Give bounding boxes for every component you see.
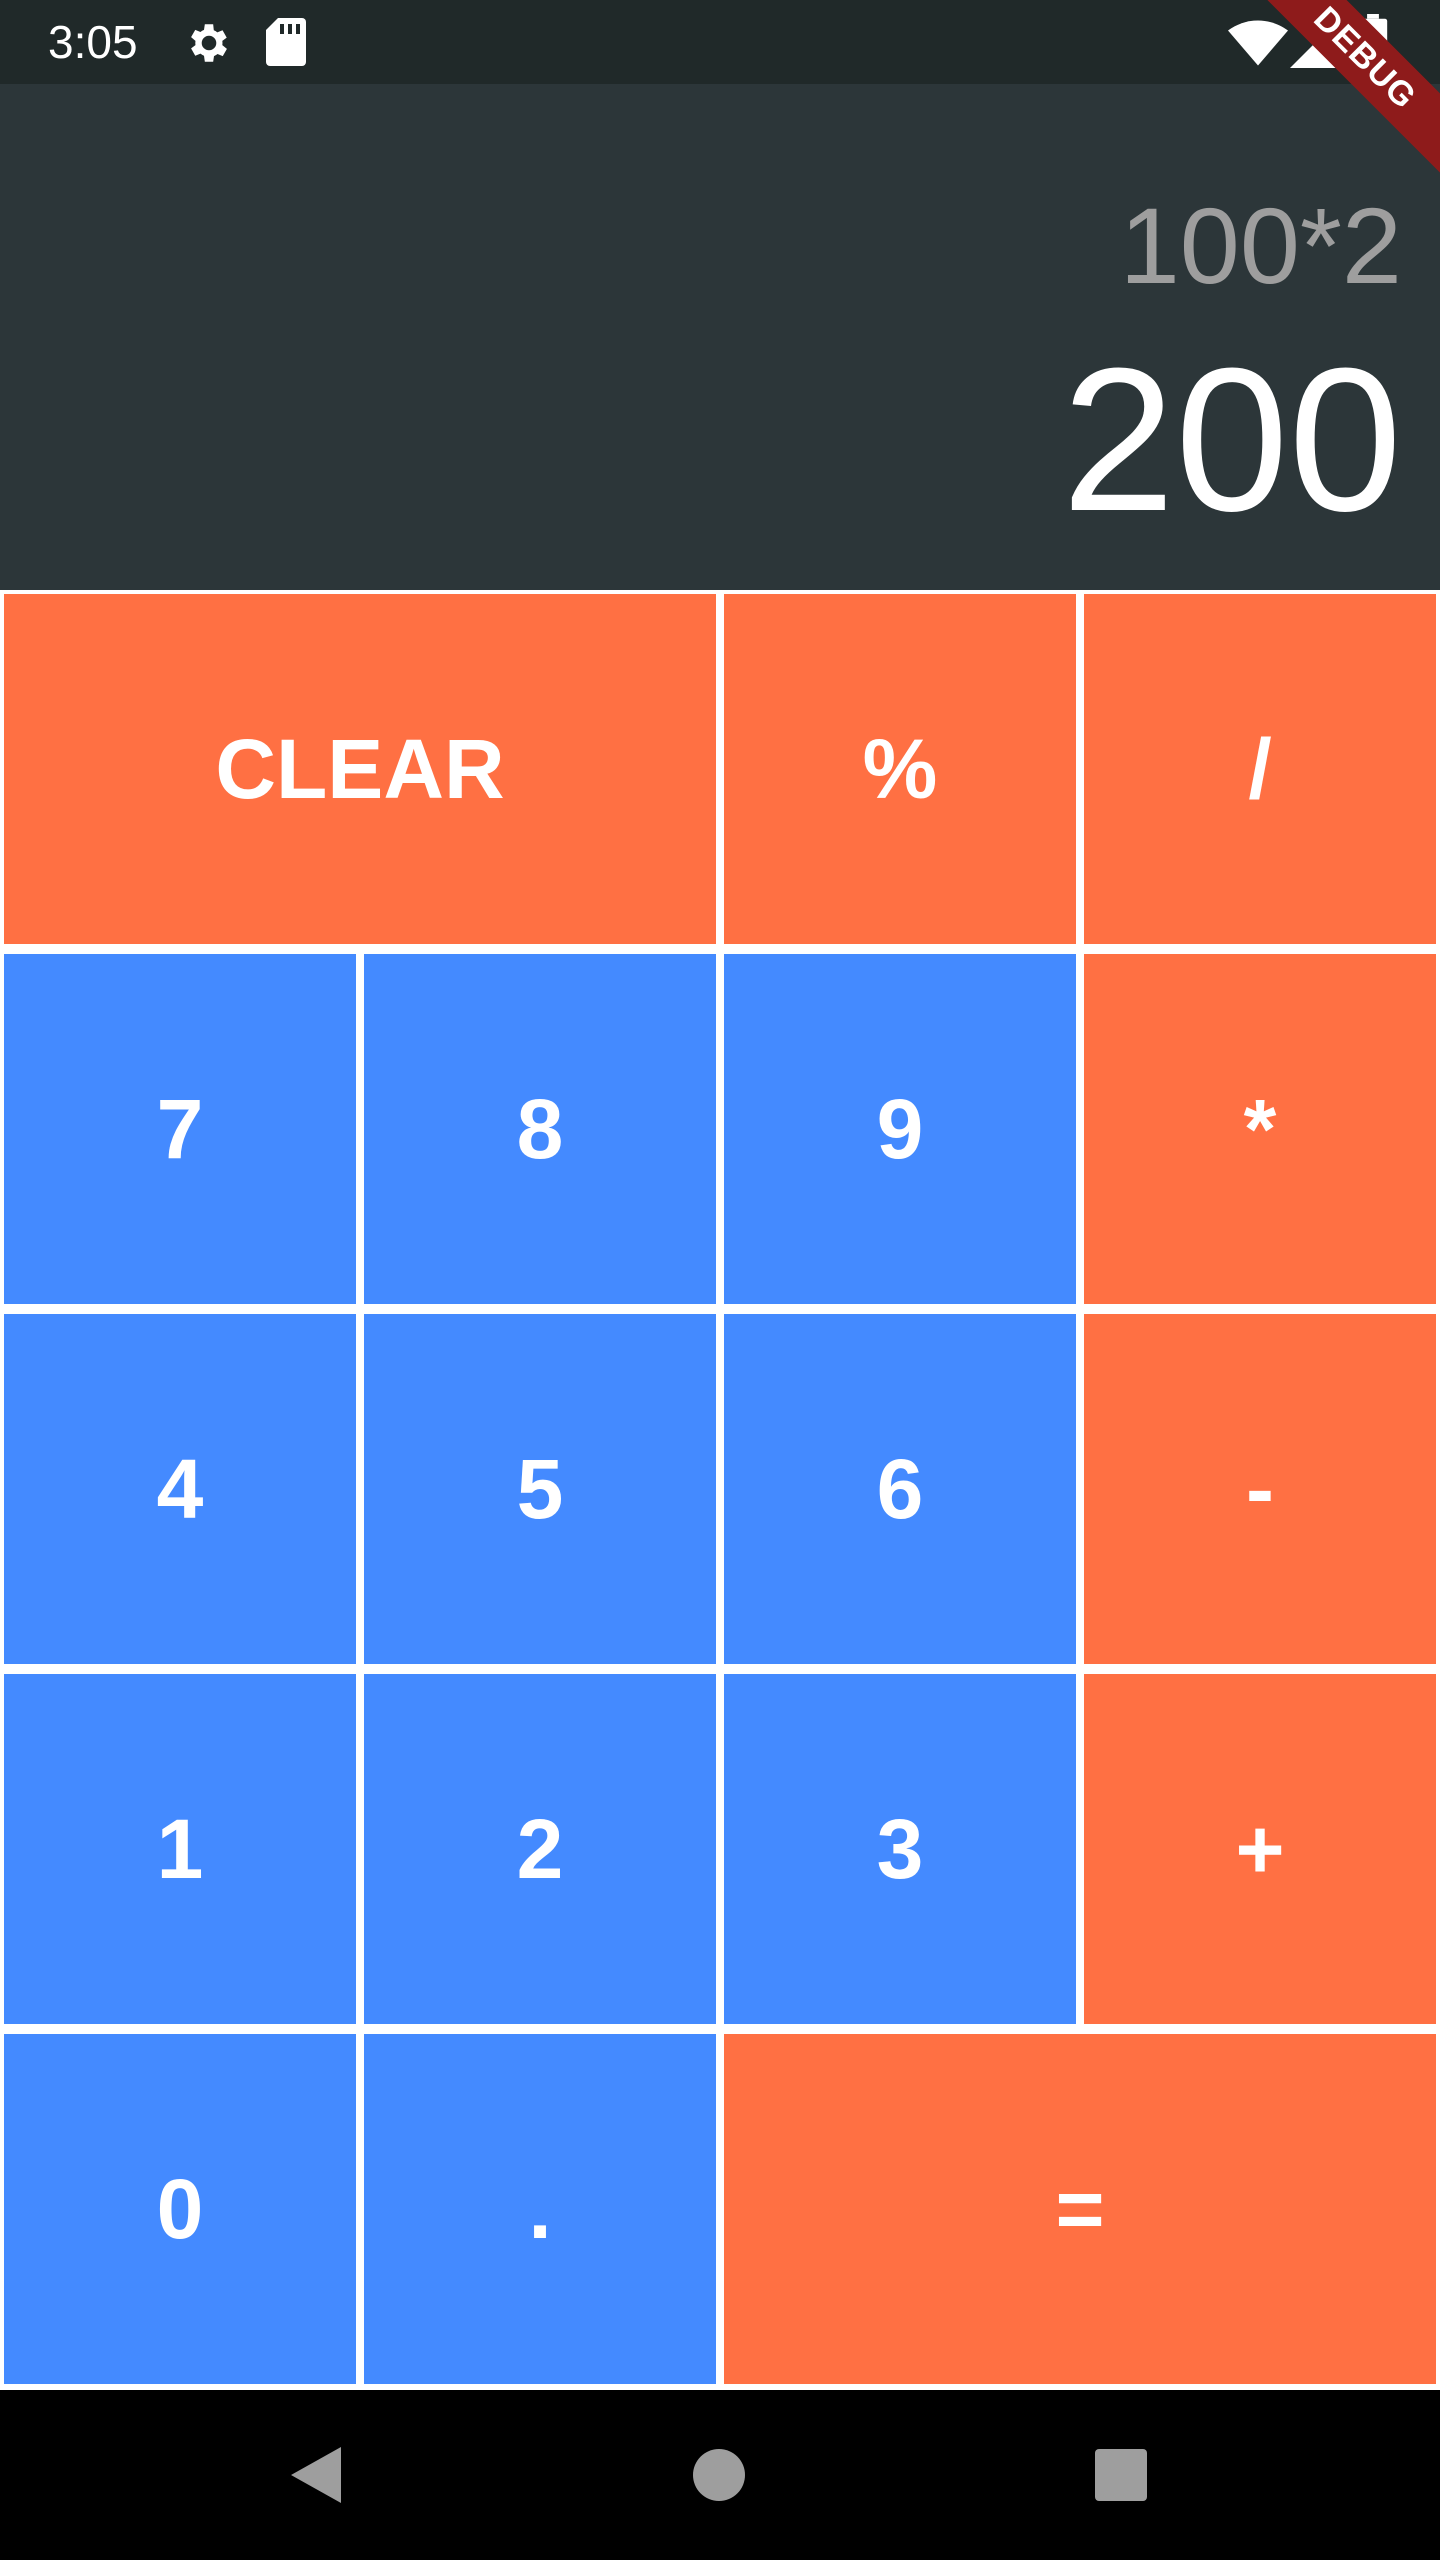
digit-6-button[interactable]: 6	[724, 1314, 1076, 1664]
sd-card-icon	[266, 18, 306, 71]
digit-1-button[interactable]: 1	[4, 1674, 356, 2024]
clear-button[interactable]: CLEAR	[4, 594, 716, 944]
back-icon[interactable]	[284, 2442, 350, 2508]
expression-text: 100*2	[1119, 185, 1402, 306]
keypad: CLEAR % / 7 8 9 * 4 5 6 - 1 2 3 + 0 . =	[0, 590, 1440, 2390]
calculator-display: 100*2 200	[0, 84, 1440, 590]
digit-4-button[interactable]: 4	[4, 1314, 356, 1664]
digit-7-button[interactable]: 7	[4, 954, 356, 1304]
equals-button[interactable]: =	[724, 2034, 1436, 2384]
recents-icon[interactable]	[1088, 2442, 1154, 2508]
digit-8-button[interactable]: 8	[364, 954, 716, 1304]
status-time: 3:05	[48, 16, 138, 68]
wifi-icon	[1228, 20, 1288, 71]
gear-icon	[184, 18, 234, 73]
percent-button[interactable]: %	[724, 594, 1076, 944]
status-bar: 3:05	[0, 0, 1440, 84]
digit-2-button[interactable]: 2	[364, 1674, 716, 2024]
decimal-point-button[interactable]: .	[364, 2034, 716, 2384]
result-text: 200	[1061, 326, 1402, 554]
minus-button[interactable]: -	[1084, 1314, 1436, 1664]
digit-5-button[interactable]: 5	[364, 1314, 716, 1664]
home-icon[interactable]	[686, 2442, 752, 2508]
divide-button[interactable]: /	[1084, 594, 1436, 944]
digit-3-button[interactable]: 3	[724, 1674, 1076, 2024]
multiply-button[interactable]: *	[1084, 954, 1436, 1304]
plus-button[interactable]: +	[1084, 1674, 1436, 2024]
digit-9-button[interactable]: 9	[724, 954, 1076, 1304]
digit-0-button[interactable]: 0	[4, 2034, 356, 2384]
